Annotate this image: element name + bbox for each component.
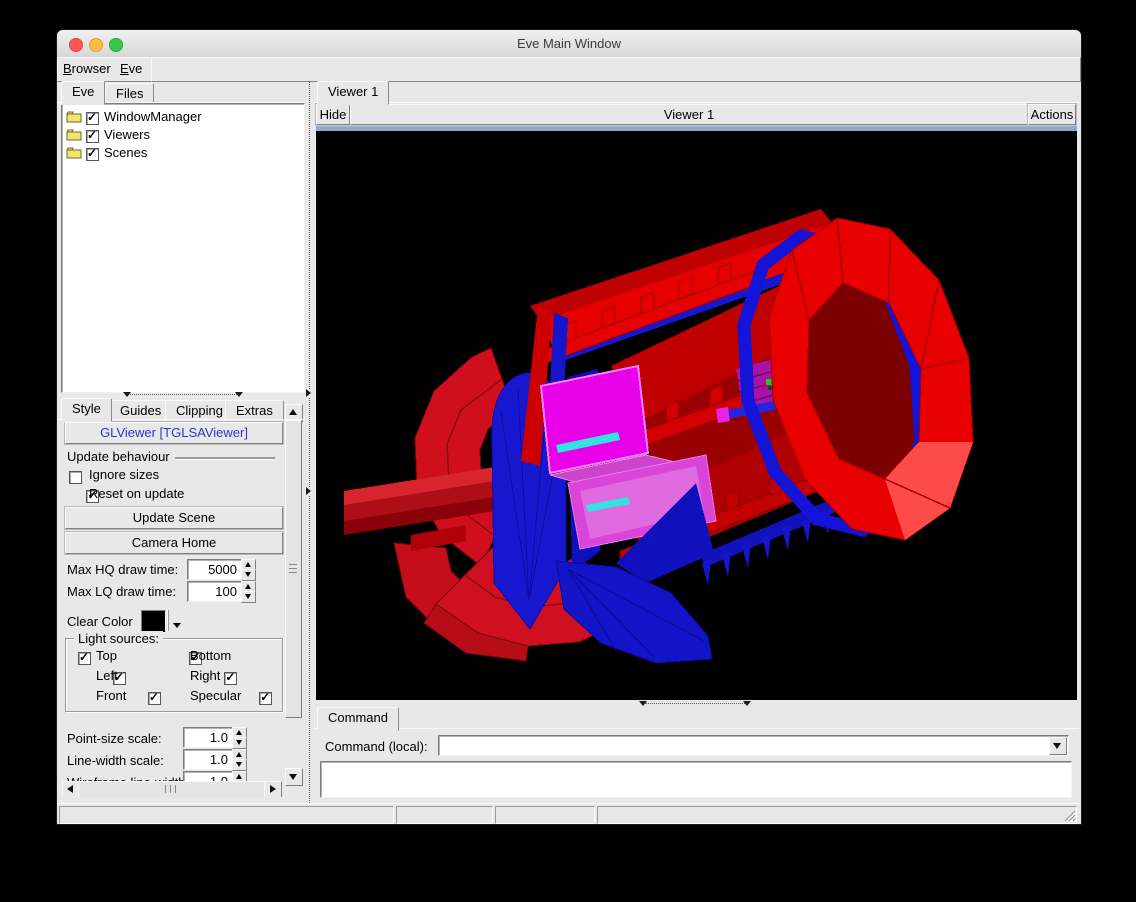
tree-item-checkbox[interactable] (86, 130, 99, 143)
scroll-down-button[interactable] (285, 768, 303, 786)
tab-clipping[interactable]: Clipping (165, 400, 234, 421)
desktop-background: Eve Main Window Browser Eve Eve Files Wi… (0, 0, 1136, 902)
gl-viewport[interactable] (316, 131, 1077, 700)
tab-command[interactable]: Command (317, 707, 399, 731)
max-lq-stepper[interactable] (241, 581, 254, 602)
tree-item-checkbox[interactable] (86, 148, 99, 161)
eve-tree-list: WindowManager Viewers Scenes (61, 103, 305, 393)
camera-home-button[interactable]: Camera Home (65, 532, 283, 554)
ignore-sizes-checkbox[interactable] (69, 471, 82, 484)
status-cell (597, 806, 1077, 824)
clear-color-swatch[interactable] (141, 610, 166, 633)
command-history-dropdown[interactable] (1049, 737, 1067, 755)
vscroll-thumb[interactable] (285, 420, 302, 718)
reset-on-update-label: Reset on update (89, 486, 184, 501)
command-label: Command (local): (325, 739, 428, 754)
command-output[interactable] (320, 761, 1072, 798)
command-tabbar: Command (313, 707, 1079, 729)
eve-main-window: Eve Main Window Browser Eve Eve Files Wi… (57, 30, 1081, 824)
panel-vsplitter[interactable] (305, 81, 313, 803)
scroll-right-button[interactable] (264, 781, 282, 797)
style-panel: GLViewer [TGLSAViewer] Update behaviour … (57, 420, 285, 797)
light-sources-title: Light sources: (74, 631, 163, 646)
menu-bar: Browser Eve (57, 57, 153, 82)
tab-eve[interactable]: Eve (61, 81, 105, 105)
max-hq-input[interactable]: 5000 (187, 559, 242, 580)
line-width-input[interactable]: 1.0 (183, 749, 233, 770)
hide-button[interactable]: Hide (316, 104, 350, 125)
style-tabbar: Style Guides Clipping Extras (57, 398, 305, 420)
tree-item-scenes[interactable]: Scenes (66, 144, 296, 162)
max-lq-input[interactable]: 100 (187, 581, 242, 602)
viewer-title-bar[interactable]: Viewer 1 (350, 104, 1028, 125)
status-cell (495, 806, 595, 824)
max-hq-label: Max HQ draw time: (67, 562, 178, 577)
tree-item-windowmanager[interactable]: WindowManager (66, 108, 296, 126)
light-specular-checkbox[interactable] (259, 692, 272, 705)
tab-files[interactable]: Files (105, 83, 154, 104)
folder-icon (66, 110, 82, 123)
command-panel: Command (local): (313, 729, 1079, 803)
light-front-checkbox[interactable] (148, 692, 161, 705)
status-cell (59, 806, 394, 824)
hscroll-thumb[interactable] (78, 781, 266, 797)
clear-color-label: Clear Color (67, 614, 133, 629)
tree-item-label: WindowManager (104, 109, 202, 124)
folder-icon (66, 128, 82, 141)
tree-item-checkbox[interactable] (86, 112, 99, 125)
window-titlebar[interactable]: Eve Main Window (57, 30, 1081, 58)
max-hq-stepper[interactable] (241, 559, 254, 580)
light-right-checkbox[interactable] (224, 672, 237, 685)
tab-style[interactable]: Style (61, 398, 112, 422)
actions-button[interactable]: Actions (1028, 104, 1076, 125)
tree-item-label: Viewers (104, 127, 150, 142)
light-sources-group: Light sources: Top Bottom Left Right Fro… (65, 638, 283, 712)
update-scene-button[interactable]: Update Scene (65, 507, 283, 529)
tree-style-splitter[interactable] (57, 391, 305, 398)
viewer-command-splitter[interactable] (313, 700, 1079, 707)
tab-extras[interactable]: Extras (225, 400, 284, 421)
line-width-label: Line-width scale: (67, 753, 164, 768)
style-vscrollbar[interactable] (285, 404, 301, 784)
menu-bar-filler (151, 57, 1081, 82)
status-bar (57, 803, 1079, 825)
folder-icon (66, 146, 82, 159)
ignore-sizes-label: Ignore sizes (89, 467, 159, 482)
max-lq-label: Max LQ draw time: (67, 584, 176, 599)
window-title: Eve Main Window (57, 36, 1081, 51)
browser-tabbar: Eve Files (57, 81, 305, 103)
clear-color-dropdown[interactable] (168, 610, 185, 631)
status-cell (396, 806, 493, 824)
point-size-input[interactable]: 1.0 (183, 727, 233, 748)
divider (175, 457, 275, 459)
point-size-label: Point-size scale: (67, 731, 162, 746)
menu-eve[interactable]: Eve (120, 61, 142, 76)
line-width-stepper[interactable] (232, 749, 245, 770)
tab-viewer-1[interactable]: Viewer 1 (317, 81, 389, 105)
light-top-checkbox[interactable] (78, 652, 91, 665)
resize-grip[interactable] (1062, 808, 1076, 822)
menu-browser[interactable]: Browser (63, 61, 111, 76)
tree-item-viewers[interactable]: Viewers (66, 126, 296, 144)
chevron-down-icon (173, 623, 181, 628)
glviewer-button[interactable]: GLViewer [TGLSAViewer] (65, 422, 283, 444)
point-size-stepper[interactable] (232, 727, 245, 748)
style-hscrollbar[interactable] (62, 781, 280, 797)
viewer-tabbar: Viewer 1 (313, 81, 1079, 103)
chevron-down-icon (1053, 743, 1061, 749)
detector-3d-render (316, 131, 1077, 700)
command-input[interactable] (438, 735, 1069, 756)
update-behaviour-title: Update behaviour (67, 449, 170, 464)
tree-item-label: Scenes (104, 145, 147, 160)
tab-guides[interactable]: Guides (109, 400, 172, 421)
